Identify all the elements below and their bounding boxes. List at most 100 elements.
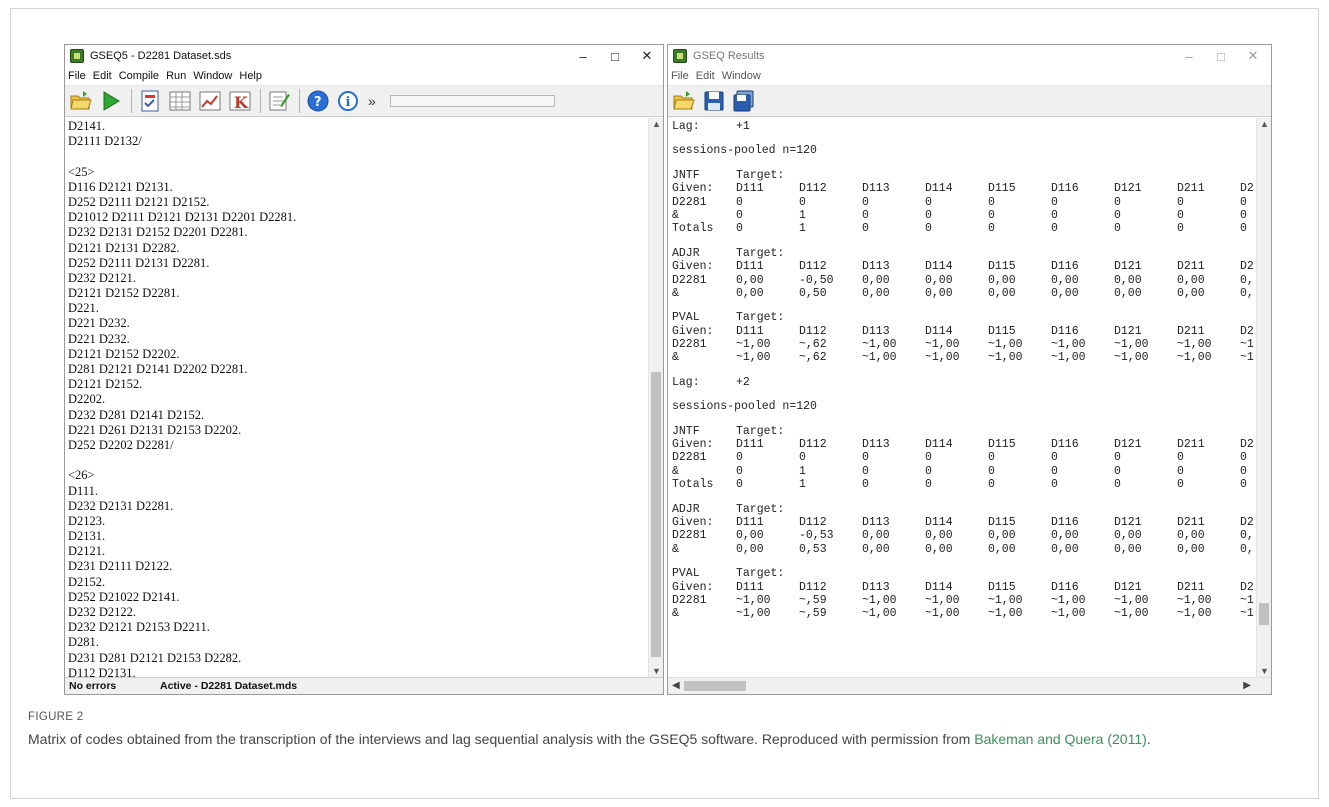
menu-help[interactable]: Help: [239, 70, 262, 82]
table-header-cell: D114: [925, 260, 953, 274]
open-folder-icon[interactable]: [672, 89, 696, 113]
save-all-icon[interactable]: [732, 89, 756, 113]
save-icon[interactable]: [702, 89, 726, 113]
table-cell: 0: [1114, 478, 1121, 492]
table-header-cell: D116: [1051, 580, 1079, 594]
table-grid-icon[interactable]: [168, 89, 192, 113]
help-icon[interactable]: ?: [306, 89, 330, 113]
editor-line: D221 D232.: [68, 331, 130, 346]
scroll-left-icon[interactable]: ◀: [672, 680, 680, 691]
results-horizontal-scrollbar[interactable]: ◀ ▶: [668, 677, 1271, 694]
menu-compile[interactable]: Compile: [119, 70, 159, 82]
scroll-up-icon[interactable]: ▲: [1257, 119, 1272, 129]
editor-line: D221 D232.: [68, 316, 130, 331]
chart-icon[interactable]: [198, 89, 222, 113]
gseq5-editor-window: GSEQ5 - D2281 Dataset.sds – □ ✕ File Edi…: [64, 44, 664, 695]
table-cell: -0,53: [799, 529, 834, 543]
table-header-cell: D211: [1177, 182, 1205, 196]
table-cell: ~1,00: [1177, 338, 1212, 352]
table-cell: D2281: [672, 195, 707, 209]
scroll-up-icon[interactable]: ▲: [649, 119, 664, 129]
title-bar: GSEQ5 - D2281 Dataset.sds – □ ✕: [65, 45, 663, 67]
table-header-cell: D116: [1051, 260, 1079, 274]
table-cell: D2281: [672, 338, 707, 352]
citation-link[interactable]: Bakeman and Quera (2011): [974, 731, 1147, 747]
notes-icon[interactable]: [267, 89, 291, 113]
table-cell: 0,00: [988, 542, 1016, 556]
maximize-button[interactable]: □: [1205, 49, 1237, 64]
open-folder-icon[interactable]: [69, 89, 93, 113]
checklist-icon[interactable]: [138, 89, 162, 113]
close-button[interactable]: ✕: [631, 48, 663, 64]
menu-window[interactable]: Window: [193, 70, 232, 82]
table-cell: 0,00: [925, 529, 953, 543]
results-vertical-scrollbar[interactable]: ▲ ▼: [1256, 118, 1271, 677]
run-icon[interactable]: [99, 89, 123, 113]
editor-line: D252 D2202 D2281/: [68, 437, 174, 452]
status-active-file: Active - D2281 Dataset.mds: [160, 680, 298, 692]
table-cell: &: [672, 542, 679, 556]
scroll-right-icon[interactable]: ▶: [1243, 680, 1251, 691]
table-name: PVAL: [672, 311, 700, 325]
table-header-cell: D112: [799, 182, 827, 196]
table-cell: ~1,00: [736, 593, 771, 607]
close-button[interactable]: ✕: [1237, 48, 1269, 64]
table-cell: 0,00: [988, 286, 1016, 300]
table-cell: 0,00: [1177, 542, 1205, 556]
scroll-thumb[interactable]: [651, 372, 661, 657]
status-bar: No errors Active - D2281 Dataset.mds: [65, 677, 663, 694]
editor-line: D2141.: [68, 119, 106, 133]
table-header-cell: D113: [862, 580, 890, 594]
table-cell: ~1: [1240, 338, 1254, 352]
menu-bar: File Edit Window: [668, 67, 1271, 85]
table-cell: 0: [1240, 222, 1247, 236]
table-cell: 0,00: [1114, 273, 1142, 287]
table-name: JNTF: [672, 424, 700, 438]
caption-body: Matrix of codes obtained from the transc…: [28, 731, 975, 747]
table-header-cell: D116: [1051, 182, 1079, 196]
table-header-cell: D114: [925, 438, 953, 452]
scroll-down-icon[interactable]: ▼: [1257, 666, 1272, 676]
scroll-down-icon[interactable]: ▼: [649, 666, 664, 676]
table-header-row: Given: D111 D112 D113 D114 D115 D116 D121 D211 D2: [672, 438, 1254, 452]
toolbar-overflow-icon[interactable]: »: [368, 93, 376, 109]
table-cell: 0: [799, 451, 806, 465]
editor-line: D21012 D2111 D2121 D2131 D2201 D2281.: [68, 210, 297, 225]
info-icon[interactable]: i: [336, 89, 360, 113]
table-header-cell: D121: [1114, 182, 1142, 196]
table-cell: 0,00: [988, 273, 1016, 287]
code-editor[interactable]: D2141. D2111 D2132/<25> D116 D2121 D2131. D…: [65, 118, 648, 677]
table-cell: ~1,00: [925, 607, 960, 621]
menu-file[interactable]: File: [671, 70, 689, 82]
results-output[interactable]: Lag: +1 sessions-pooled n=120 JNTF Target: Gi…: [668, 118, 1256, 677]
table-cell: ~1: [1240, 351, 1254, 365]
table-cell: ~,59: [799, 607, 827, 621]
table-cell: 0,: [1240, 286, 1254, 300]
table-row: & ~1,00 ~,59 ~1,00 ~1,00 ~1,00 ~1,00 ~1,00 ~1,00…: [672, 607, 1254, 621]
table-header-cell: D2: [1240, 515, 1254, 529]
editor-vertical-scrollbar[interactable]: ▲ ▼: [648, 118, 663, 677]
maximize-button[interactable]: □: [599, 49, 631, 64]
scroll-thumb[interactable]: [684, 681, 746, 691]
editor-line: D281 D2121 D2141 D2202 D2281.: [68, 362, 248, 376]
table-header-cell: D115: [988, 580, 1016, 594]
table-header-cell: D111: [736, 515, 764, 529]
editor-line: D232 D2121.: [68, 270, 137, 285]
editor-line: D2121 D2152 D2281.: [68, 286, 180, 301]
table-cell: 0,00: [1051, 529, 1079, 543]
minimize-button[interactable]: –: [1173, 49, 1205, 64]
minimize-button[interactable]: –: [567, 49, 599, 64]
table-cell: 1: [799, 222, 806, 236]
scroll-thumb[interactable]: [1259, 603, 1269, 625]
table-cell: 0,: [1240, 273, 1254, 287]
lag-line: Lag: +2: [672, 376, 1252, 389]
table-header-cell: D211: [1177, 515, 1205, 529]
table-cell: 0: [736, 478, 743, 492]
menu-file[interactable]: File: [68, 70, 86, 82]
kappa-icon[interactable]: K: [228, 89, 252, 113]
menu-run[interactable]: Run: [166, 70, 186, 82]
menu-edit[interactable]: Edit: [696, 70, 715, 82]
menu-window[interactable]: Window: [722, 70, 761, 82]
menu-edit[interactable]: Edit: [93, 70, 112, 82]
